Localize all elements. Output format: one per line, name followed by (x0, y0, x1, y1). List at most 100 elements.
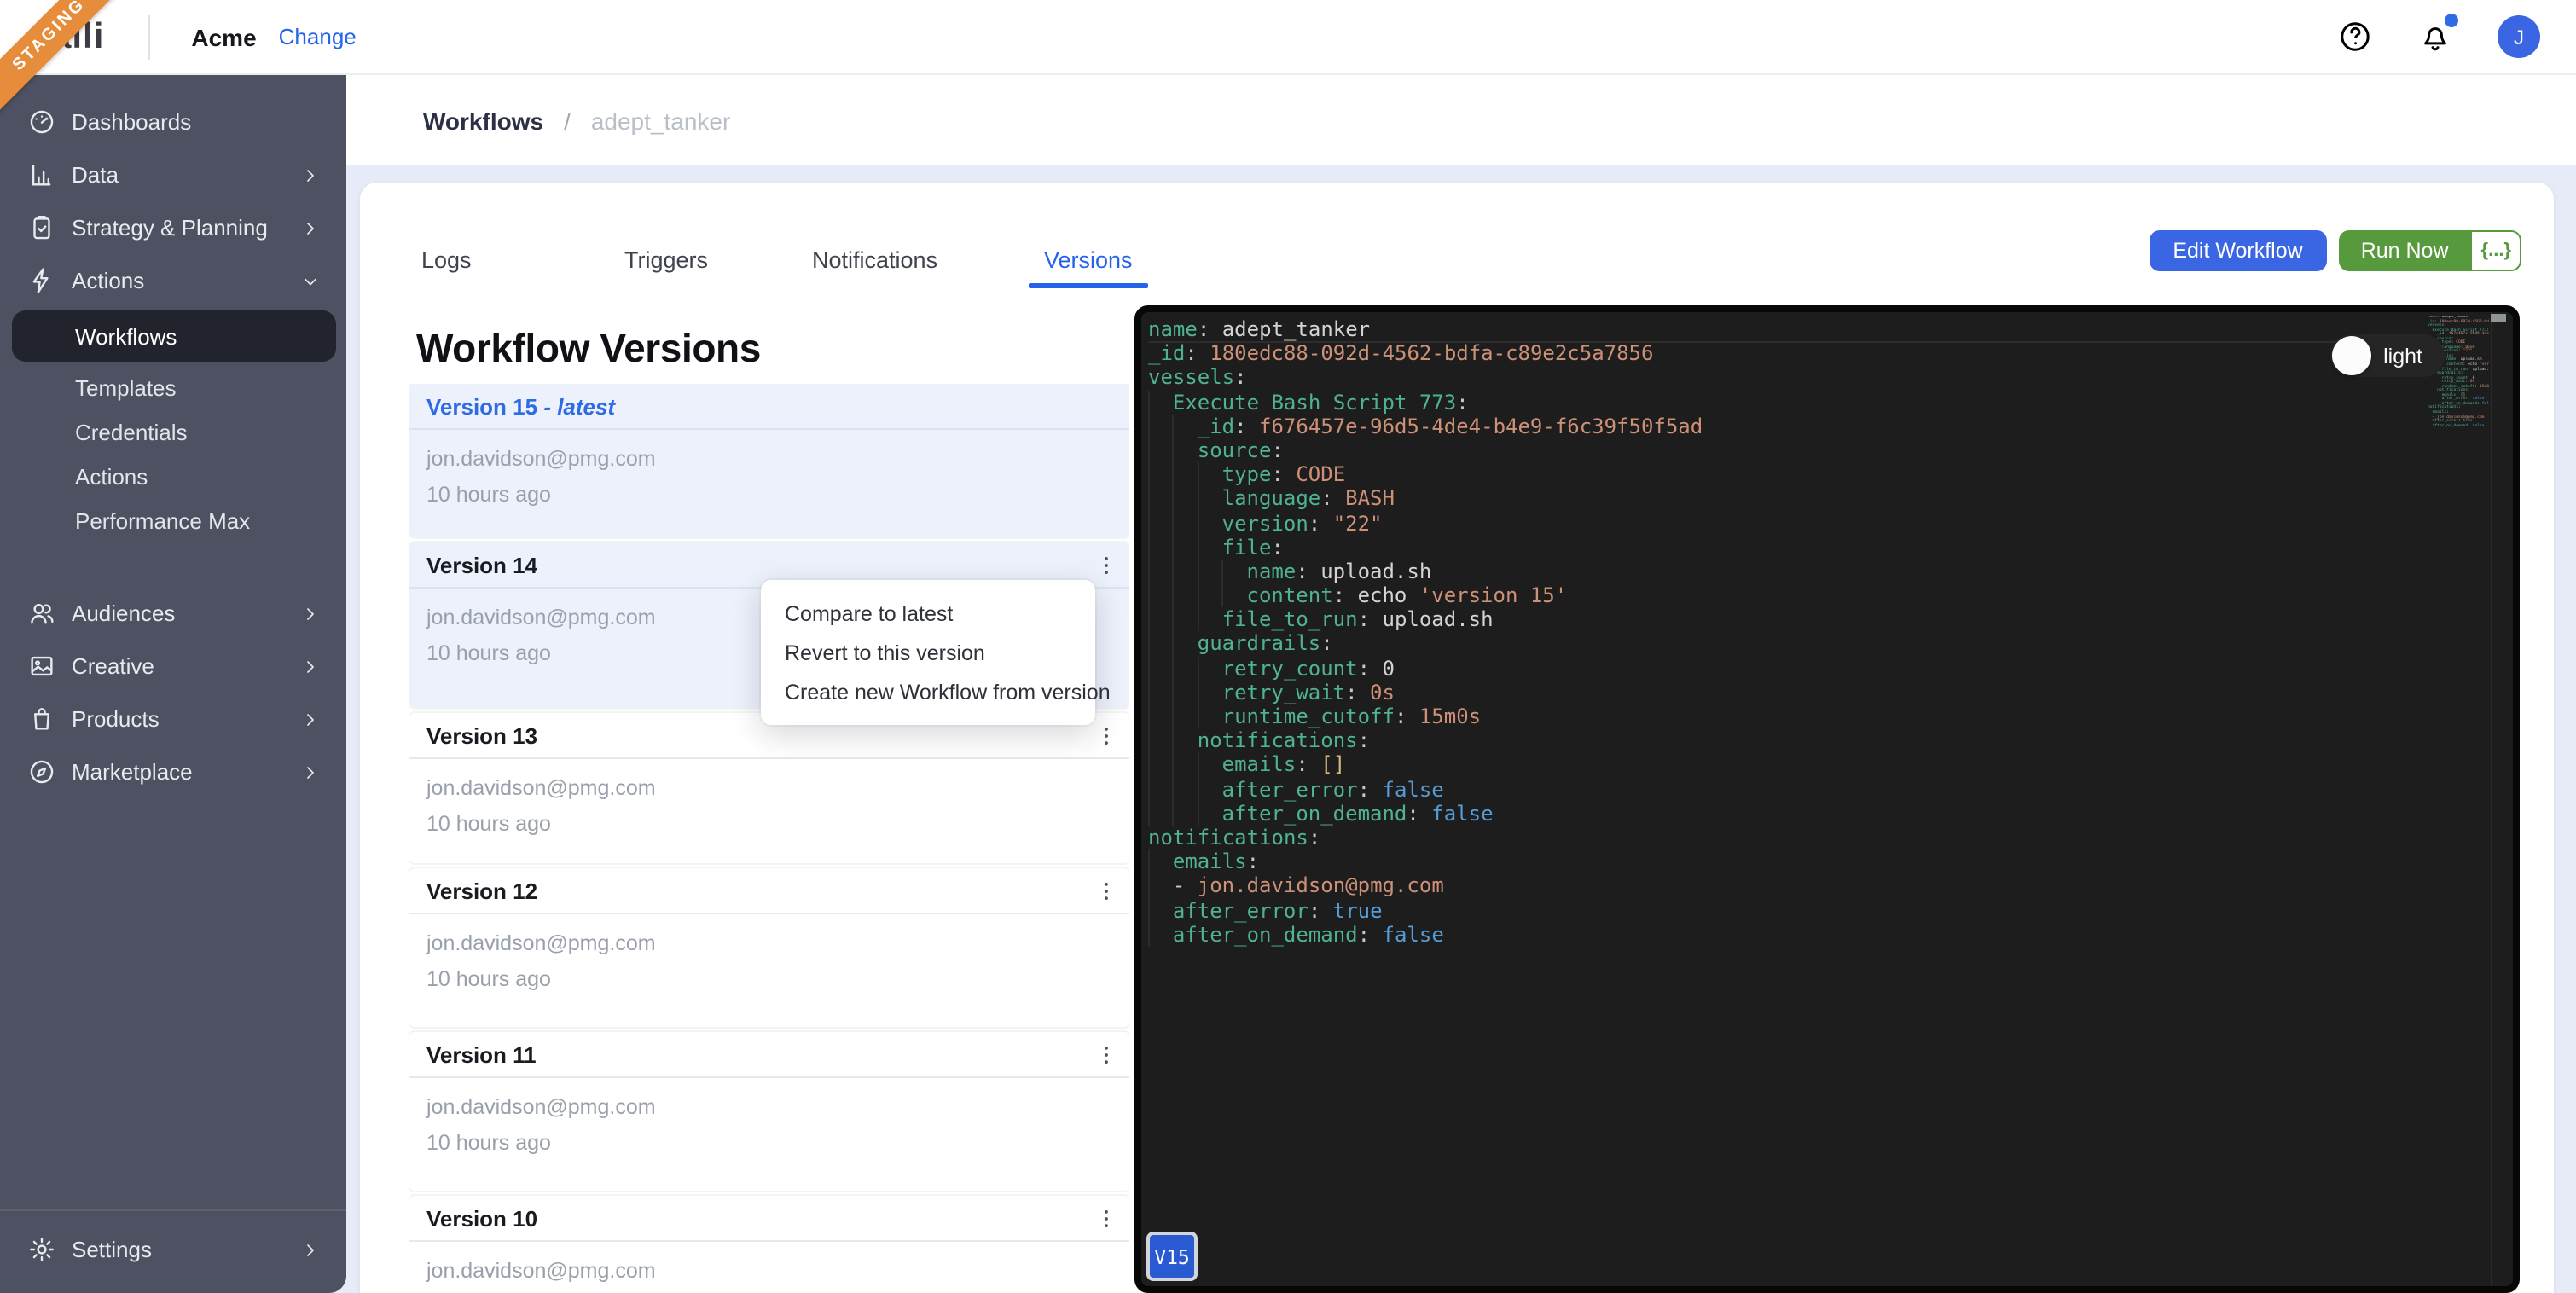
code-line: notifications: (2428, 404, 2461, 410)
code-line: name: adept_tanker (1148, 317, 2411, 341)
kebab-menu-icon[interactable] (1088, 1037, 1123, 1071)
sidebar-item-credentials[interactable]: Credentials (0, 409, 346, 454)
sidebar-item-performance-max[interactable]: Performance Max (0, 498, 346, 542)
version-meta: jon.davidson@pmg.com10 hours ago (409, 1242, 1129, 1293)
breadcrumb: Workflows / adept_tanker (346, 75, 2576, 165)
code-line: _id: f676457e-96d5-4de4-b4e9-f6c39f50f5a… (1148, 414, 2411, 438)
sidebar-item-dashboards[interactable]: Dashboards (0, 96, 346, 148)
run-button-group: Run Now {...} (2338, 230, 2521, 271)
version-title: Version 12 (426, 878, 538, 903)
chevron-right-icon (300, 709, 321, 729)
code-line: runtime_cutoff: 15m0s (2441, 383, 2489, 389)
sidebar-item-audiences[interactable]: Audiences (0, 587, 346, 640)
code-line: emails: [] (2441, 391, 2466, 397)
code-line: content: echo 'version 15' (1148, 583, 2411, 608)
kebab-menu-icon[interactable] (1088, 1201, 1123, 1235)
chevron-right-icon (300, 603, 321, 623)
code-line: guardrails: (1148, 631, 2411, 657)
version-row[interactable]: Version 12 jon.davidson@pmg.com 10 hours a… (409, 868, 1129, 1027)
version-author-email: jon.davidson@pmg.com (426, 1095, 656, 1119)
menu-item-create-new-workflow-from-version[interactable]: Create new Workflow from version (761, 672, 1111, 711)
code-line: after_on_demand: false (2432, 422, 2485, 428)
version-meta: jon.davidson@pmg.com10 hours ago (409, 1078, 1129, 1155)
sidebar-item-workflows[interactable]: Workflows (12, 310, 336, 362)
avatar[interactable]: J (2498, 15, 2540, 58)
menu-item-compare-to-latest[interactable]: Compare to latest (761, 594, 1095, 633)
chevron-right-icon (300, 762, 321, 782)
sidebar-item-strategy-planning[interactable]: Strategy & Planning (0, 201, 346, 254)
code-line: after_error: false (1148, 777, 2411, 802)
sidebar-item-label: Dashboards (72, 109, 192, 135)
breadcrumb-section[interactable]: Workflows (423, 107, 543, 134)
version-author-email: jon.davidson@pmg.com (426, 776, 656, 800)
edit-workflow-button[interactable]: Edit Workflow (2149, 230, 2327, 271)
sidebar-item-data[interactable]: Data (0, 148, 346, 201)
clipboard-check-icon (27, 213, 56, 242)
sidebar-item-marketplace[interactable]: Marketplace (0, 745, 346, 798)
sidebar-item-actions[interactable]: Actions (0, 254, 346, 307)
chevron-right-icon (300, 165, 321, 185)
code-line: type: CODE (1148, 462, 2411, 487)
version-badge: V15 (1146, 1232, 1198, 1281)
tab-triggers[interactable]: Triggers (624, 247, 708, 273)
header-actions: Edit Workflow Run Now {...} (2149, 230, 2521, 271)
sidebar-item-actions[interactable]: Actions (0, 454, 346, 498)
image-icon (27, 652, 56, 681)
code-line: file: (1148, 535, 2411, 560)
sidebar-item-label: Audiences (72, 600, 176, 626)
code-line: Execute Bash Script 773: (1148, 390, 2411, 415)
notifications-bell-icon[interactable] (2417, 14, 2458, 55)
chevron-right-icon (300, 656, 321, 676)
code-editor-content[interactable]: name: adept_tanker _id: 180edc88-092d-456… (1148, 317, 2411, 947)
scrollbar-track[interactable] (2491, 312, 2506, 1286)
code-editor[interactable]: name: adept_tanker _id: 180edc88-092d-456… (1134, 305, 2520, 1293)
code-line: language: BASH (1148, 486, 2411, 511)
sidebar-item-label: Actions (72, 268, 145, 293)
version-row[interactable]: Version 13 jon.davidson@pmg.com 10 hours a… (409, 713, 1129, 863)
topbar-right: J (2337, 14, 2540, 58)
chevron-right-icon (300, 217, 321, 238)
version-row[interactable]: Version 11 jon.davidson@pmg.com 10 hours a… (409, 1032, 1129, 1191)
run-now-button[interactable]: Run Now (2338, 230, 2471, 271)
theme-toggle-label: light (2383, 344, 2422, 368)
minimap[interactable]: name: adept_tanker _id: 180edc88-092d-456… (2428, 316, 2489, 442)
tab-notifications[interactable]: Notifications (812, 247, 937, 273)
run-params-button[interactable]: {...} (2470, 230, 2521, 271)
toggle-knob[interactable] (2332, 336, 2372, 375)
kebab-menu-icon[interactable] (1088, 873, 1123, 907)
sidebar: Dashboards Data Strategy & Planning Actions… (0, 75, 346, 1293)
sidebar-item-settings[interactable]: Settings (0, 1223, 346, 1276)
sidebar-item-products[interactable]: Products (0, 693, 346, 745)
sidebar-item-templates[interactable]: Templates (0, 365, 346, 409)
tab-logs[interactable]: Logs (421, 247, 472, 273)
code-line: _id: f676457e-96d5-4de4-b4e9-f6c39f50f5a… (2437, 331, 2489, 337)
code-line: notifications: (2437, 387, 2470, 393)
kebab-menu-icon[interactable] (1088, 718, 1123, 752)
code-line: - jon.davidson@pmg.com (1148, 873, 2411, 898)
version-author-email: jon.davidson@pmg.com (426, 447, 656, 471)
version-row[interactable]: Version 15 - latest jon.davidson@pmg.com 1… (409, 384, 1129, 537)
menu-item-revert-to-this-version[interactable]: Revert to this version (761, 633, 1095, 672)
theme-toggle[interactable]: light (2330, 334, 2445, 377)
scrollbar-thumb[interactable] (2491, 314, 2506, 322)
version-author-email: jon.davidson@pmg.com (426, 1259, 656, 1283)
version-title-row: Version 10 (409, 1196, 1129, 1242)
version-row[interactable]: Version 10 jon.davidson@pmg.com10 hours a… (409, 1196, 1129, 1293)
users-icon (27, 599, 56, 628)
sidebar-item-creative[interactable]: Creative (0, 640, 346, 693)
version-timestamp: 10 hours ago (426, 483, 551, 507)
version-meta: jon.davidson@pmg.com10 hours ago (409, 914, 1129, 991)
kebab-menu-icon[interactable] (1088, 548, 1123, 582)
code-line: after_error: false (2441, 396, 2485, 402)
help-icon[interactable] (2337, 19, 2373, 55)
tab-versions[interactable]: Versions (1044, 247, 1133, 273)
version-title-row: Version 12 (409, 868, 1129, 914)
notification-dot (2445, 14, 2458, 27)
change-org-link[interactable]: Change (279, 24, 357, 49)
code-line: retry_count: 0 (1148, 656, 2411, 681)
code-line: - jon.davidson@pmg.com (2432, 414, 2485, 420)
code-line: _id: 180edc88-092d-4562-bdfa-c89e2c5a785… (1148, 341, 1654, 366)
main-card: Logs Triggers Notifications Versions Edit W… (360, 183, 2554, 1293)
page-content: Logs Triggers Notifications Versions Edit W… (346, 165, 2576, 1293)
version-author-email: jon.davidson@pmg.com (426, 931, 656, 955)
